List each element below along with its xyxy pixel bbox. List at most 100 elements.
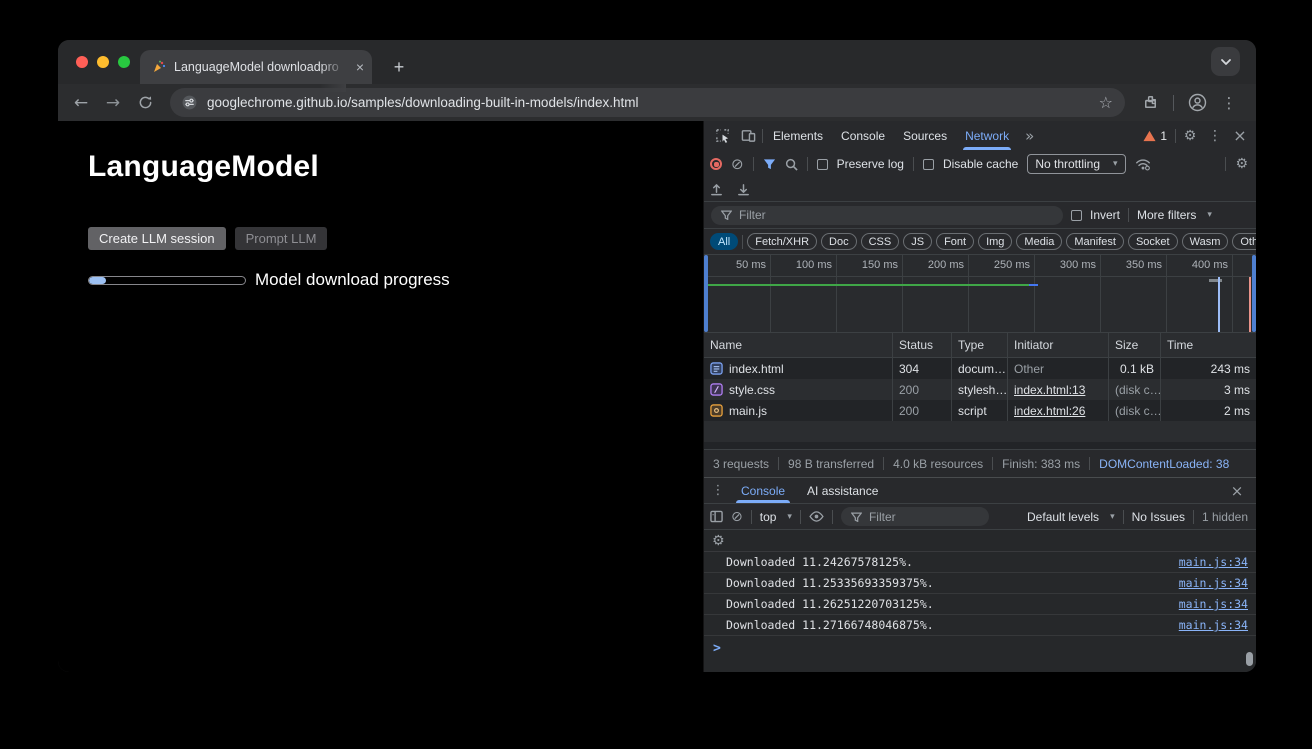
chip-socket[interactable]: Socket: [1128, 233, 1178, 250]
bookmark-star-icon[interactable]: ☆: [1099, 93, 1113, 112]
message-source-link[interactable]: main.js:34: [1179, 576, 1248, 590]
drawer-close-button[interactable]: ×: [1226, 482, 1248, 500]
chip-js[interactable]: JS: [903, 233, 932, 250]
device-toolbar-button[interactable]: [736, 128, 760, 143]
invert-checkbox[interactable]: [1071, 210, 1082, 221]
preserve-log-label: Preserve log: [837, 157, 904, 171]
console-context-select[interactable]: top: [760, 510, 777, 524]
back-button[interactable]: ←: [68, 90, 94, 116]
console-message[interactable]: Downloaded 11.25335693359375%. main.js:3…: [704, 573, 1256, 594]
network-settings-button[interactable]: ⚙: [1235, 156, 1248, 172]
overview-right-handle[interactable]: [1252, 255, 1256, 332]
request-initiator[interactable]: index.html:26: [1008, 400, 1109, 421]
log-levels-select[interactable]: Default levels: [1027, 510, 1099, 524]
tab-search-button[interactable]: [1211, 47, 1240, 76]
divider: [742, 235, 743, 249]
network-search-button[interactable]: [785, 158, 798, 171]
tab-close-icon[interactable]: ×: [356, 60, 364, 74]
chip-font[interactable]: Font: [936, 233, 974, 250]
column-type[interactable]: Type: [952, 333, 1008, 357]
console-message[interactable]: Downloaded 11.26251220703125%. main.js:3…: [704, 594, 1256, 615]
tab-network[interactable]: Network: [957, 121, 1017, 150]
chip-css[interactable]: CSS: [861, 233, 900, 250]
omnibox[interactable]: googlechrome.github.io/samples/downloadi…: [170, 88, 1125, 117]
devtools-settings-button[interactable]: ⚙: [1178, 128, 1202, 144]
inspect-element-button[interactable]: [710, 128, 734, 143]
hidden-messages-count[interactable]: 1 hidden: [1202, 510, 1248, 524]
minimize-window-button[interactable]: [97, 56, 109, 68]
chip-fetch-xhr[interactable]: Fetch/XHR: [747, 233, 817, 250]
console-message[interactable]: Downloaded 11.24267578125%. main.js:34: [704, 552, 1256, 573]
message-text: Downloaded 11.25335693359375%.: [726, 576, 934, 590]
devtools-close-button[interactable]: ×: [1228, 126, 1252, 145]
sidebar-panel-icon: [710, 510, 723, 523]
issues-status[interactable]: No Issues: [1132, 510, 1185, 524]
party-popper-favicon-icon: [152, 60, 166, 74]
reload-button[interactable]: [132, 90, 158, 116]
console-sidebar-toggle-button[interactable]: [710, 510, 723, 523]
tab-elements[interactable]: Elements: [765, 121, 831, 150]
devtools-menu-button[interactable]: ⋮: [1204, 128, 1226, 144]
forward-button[interactable]: →: [100, 90, 126, 116]
console-prompt[interactable]: >: [704, 636, 1256, 672]
chip-wasm[interactable]: Wasm: [1182, 233, 1229, 250]
extensions-button[interactable]: [1137, 90, 1163, 116]
initiator-link[interactable]: index.html:26: [1014, 404, 1085, 418]
request-row-main-js[interactable]: main.js 200 script index.html:26 (disk c…: [704, 400, 1256, 421]
network-filter-row: Filter Invert More filters ▾: [704, 202, 1256, 229]
request-row-index-html[interactable]: index.html 304 docum… Other 0.1 kB 243 m…: [704, 358, 1256, 379]
issues-warning-badge[interactable]: 1: [1137, 129, 1173, 143]
create-llm-session-button[interactable]: Create LLM session: [88, 227, 226, 250]
chip-doc[interactable]: Doc: [821, 233, 857, 250]
record-network-log-button[interactable]: [710, 158, 722, 170]
browser-tab[interactable]: LanguageModel downloadpro ×: [140, 50, 372, 84]
close-window-button[interactable]: [76, 56, 88, 68]
column-status[interactable]: Status: [893, 333, 952, 357]
more-filters-button[interactable]: More filters: [1137, 208, 1196, 222]
console-message[interactable]: Downloaded 11.27166748046875%. main.js:3…: [704, 615, 1256, 636]
column-name[interactable]: Name: [704, 333, 893, 357]
message-source-link[interactable]: main.js:34: [1179, 597, 1248, 611]
chip-other[interactable]: Other: [1232, 233, 1256, 250]
column-initiator[interactable]: Initiator: [1008, 333, 1109, 357]
console-filter-input[interactable]: Filter: [841, 507, 989, 526]
zoom-window-button[interactable]: [118, 56, 130, 68]
live-expression-button[interactable]: [809, 511, 824, 522]
tab-console[interactable]: Console: [833, 121, 893, 150]
export-har-button[interactable]: [737, 183, 750, 196]
drawer-tab-console[interactable]: Console: [732, 478, 794, 503]
clear-network-log-button[interactable]: ⊘: [731, 155, 744, 173]
chip-img[interactable]: Img: [978, 233, 1012, 250]
console-settings-button[interactable]: ⚙: [712, 533, 725, 549]
request-row-style-css[interactable]: style.css 200 stylesh… index.html:13 (di…: [704, 379, 1256, 400]
more-panels-button[interactable]: »: [1019, 127, 1040, 145]
browser-menu-button[interactable]: ⋮: [1216, 90, 1242, 116]
request-initiator[interactable]: index.html:13: [1008, 379, 1109, 400]
network-filter-toggle-button[interactable]: [763, 158, 776, 170]
overview-left-handle[interactable]: [704, 255, 708, 332]
column-size[interactable]: Size: [1109, 333, 1161, 357]
console-scrollbar-thumb[interactable]: [1246, 652, 1253, 666]
throttling-select[interactable]: No throttling ▾: [1027, 154, 1125, 174]
profile-button[interactable]: [1184, 90, 1210, 116]
chip-manifest[interactable]: Manifest: [1066, 233, 1124, 250]
import-har-button[interactable]: [710, 183, 723, 196]
initiator-link[interactable]: index.html:13: [1014, 383, 1085, 397]
message-source-link[interactable]: main.js:34: [1179, 555, 1248, 569]
tab-sources[interactable]: Sources: [895, 121, 955, 150]
message-source-link[interactable]: main.js:34: [1179, 618, 1248, 632]
preserve-log-checkbox[interactable]: [817, 159, 828, 170]
chip-media[interactable]: Media: [1016, 233, 1062, 250]
new-tab-button[interactable]: +: [386, 54, 412, 80]
network-overview-timeline[interactable]: 50 ms 100 ms 150 ms 200 ms 250 ms 300 ms…: [704, 255, 1256, 333]
disable-cache-checkbox[interactable]: [923, 159, 934, 170]
url-text[interactable]: googlechrome.github.io/samples/downloadi…: [207, 95, 1089, 110]
divider: [1128, 208, 1129, 222]
drawer-menu-button[interactable]: ⋮: [708, 483, 728, 498]
network-conditions-button[interactable]: [1135, 158, 1151, 171]
chip-all[interactable]: All: [710, 233, 738, 250]
clear-console-button[interactable]: ⊘: [731, 509, 743, 525]
column-time[interactable]: Time: [1161, 333, 1256, 357]
network-filter-input[interactable]: Filter: [711, 206, 1063, 225]
drawer-tab-ai-assistance[interactable]: AI assistance: [798, 478, 887, 503]
